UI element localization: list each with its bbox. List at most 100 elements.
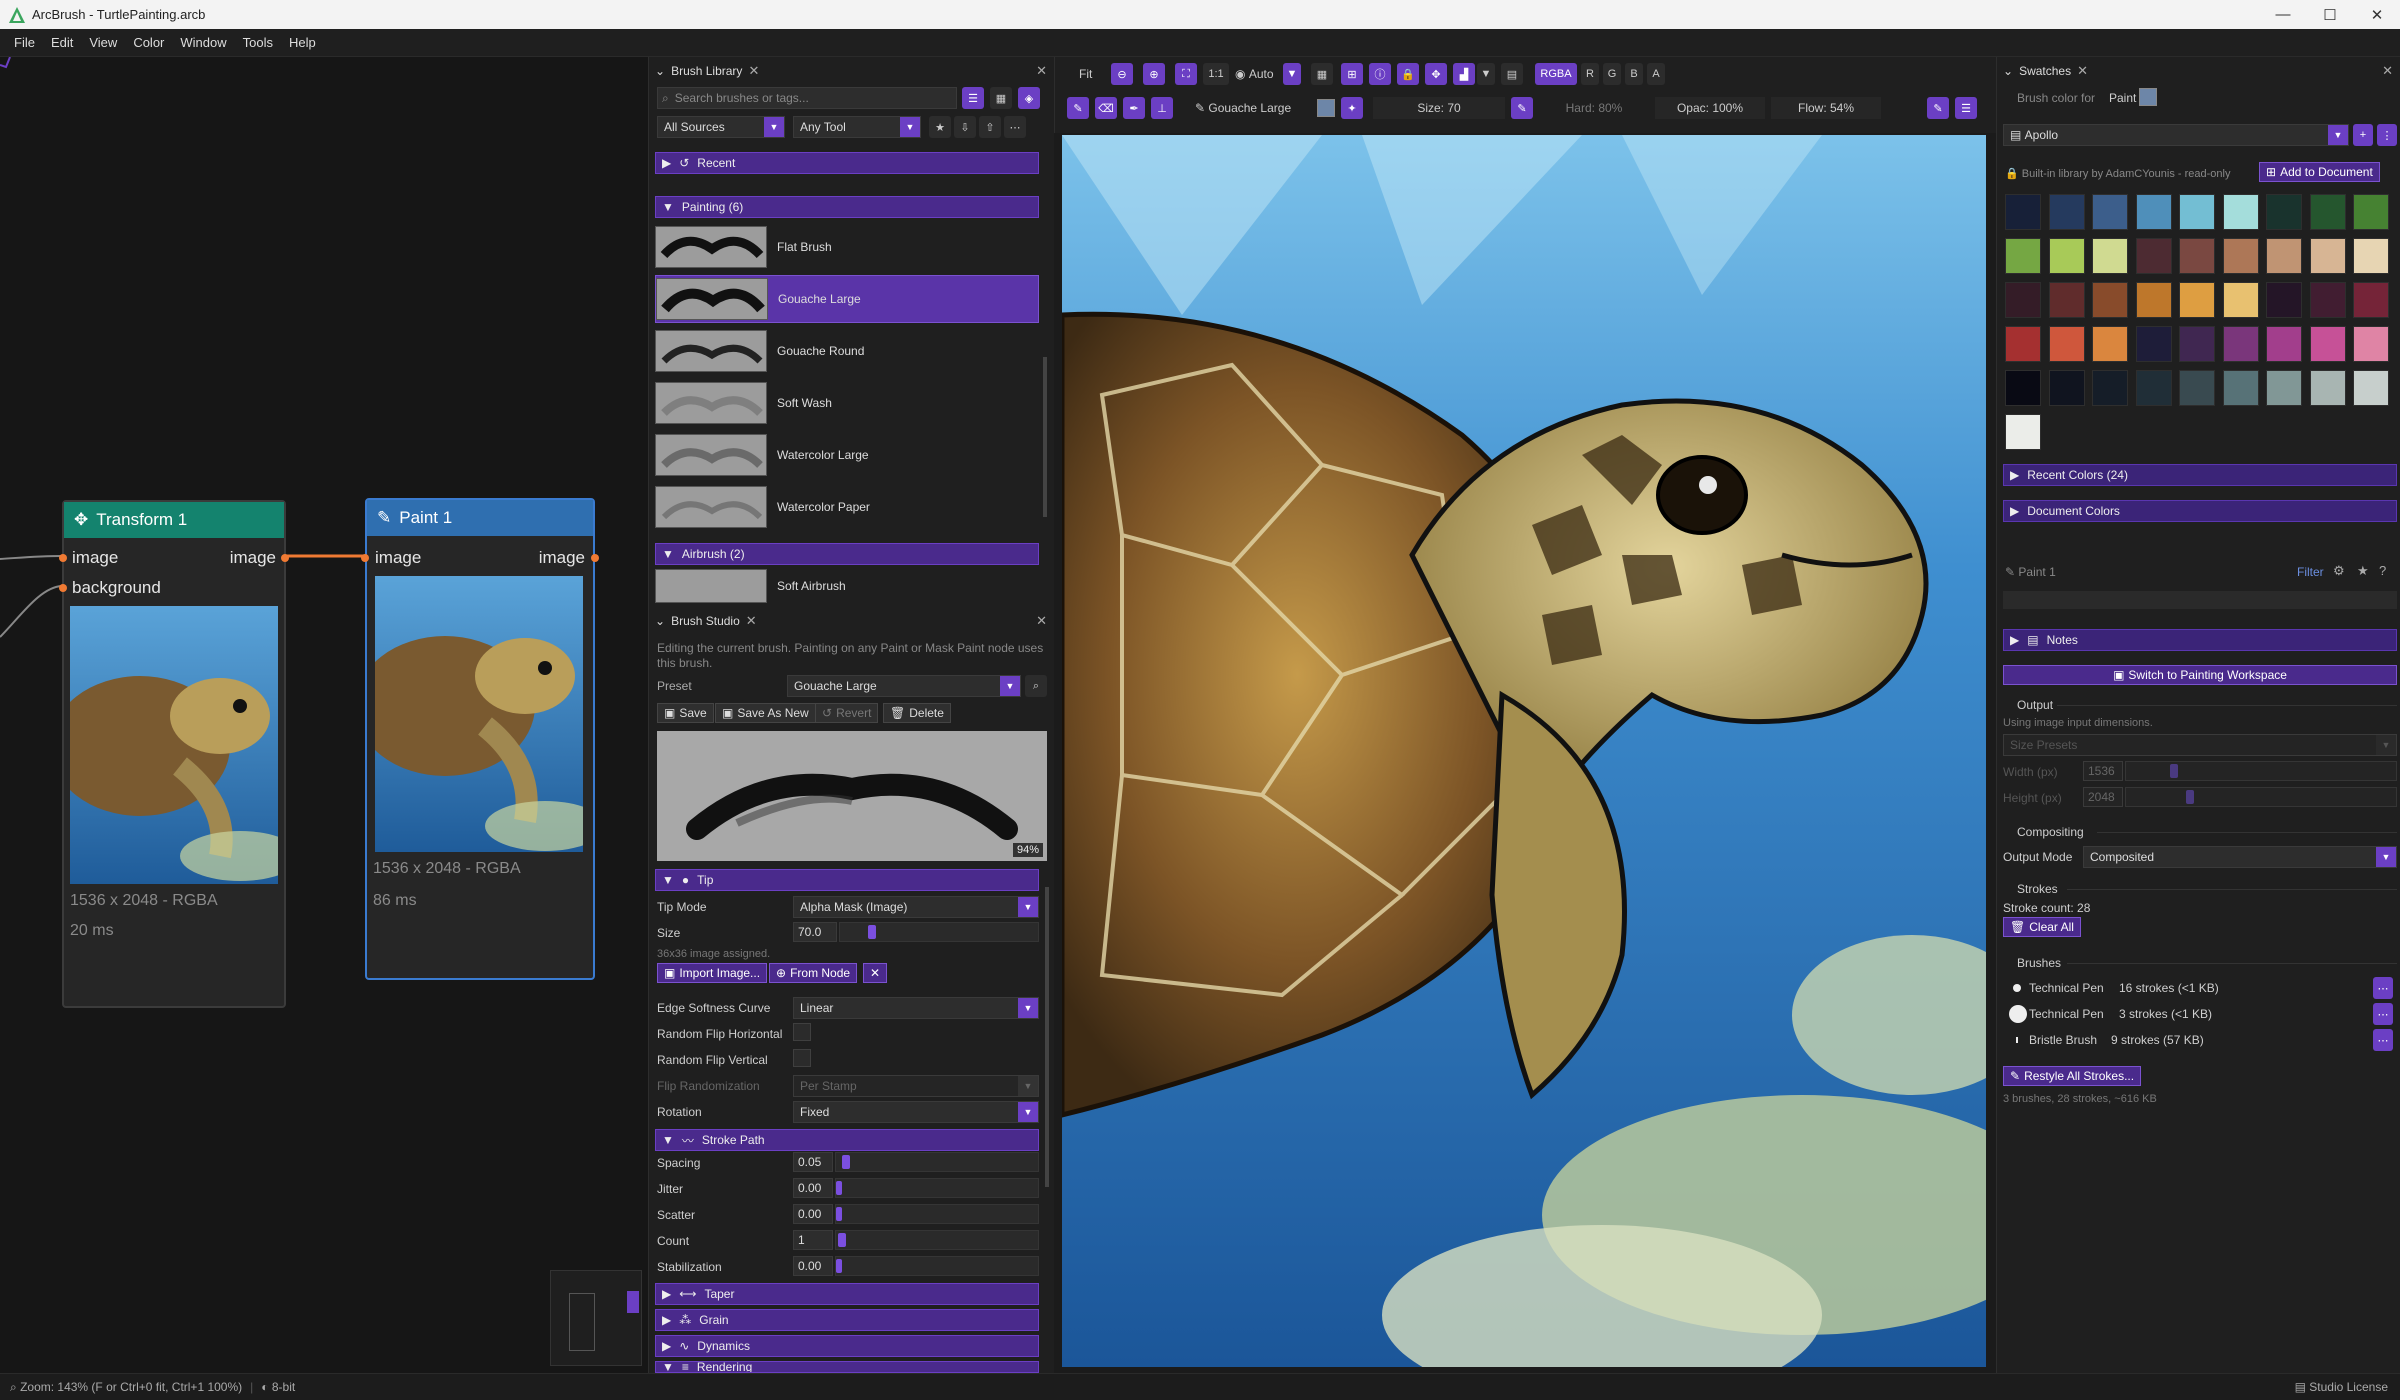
- color-swatch[interactable]: [2135, 326, 2172, 362]
- fit-screen-icon[interactable]: ⛶: [1175, 63, 1197, 85]
- favorite-icon[interactable]: ★: [929, 116, 951, 138]
- jitter-slider-handle[interactable]: [836, 1181, 842, 1195]
- menu-edit[interactable]: Edit: [45, 35, 83, 50]
- stabilization-slider-handle[interactable]: [836, 1259, 842, 1273]
- rotation-select[interactable]: Fixed ▼: [793, 1101, 1039, 1123]
- paint-input-port[interactable]: [361, 554, 369, 562]
- more-icon[interactable]: ⋯: [1004, 116, 1026, 138]
- tip-section[interactable]: ▼ ● Tip: [655, 869, 1039, 891]
- current-color-swatch[interactable]: [2139, 88, 2157, 106]
- filter-link[interactable]: Filter: [2297, 565, 2324, 579]
- collapse-chevron-icon[interactable]: ⌄: [2003, 64, 2013, 78]
- from-node-button[interactable]: ⊕ From Node: [769, 963, 858, 983]
- width-slider-handle[interactable]: [2170, 764, 2178, 778]
- grid-icon[interactable]: ⊞: [1341, 63, 1363, 85]
- paint-node-header[interactable]: ✎ Paint 1: [367, 500, 593, 536]
- bit-depth[interactable]: 8-bit: [272, 1380, 295, 1394]
- save-as-new-button[interactable]: ▣ Save As New: [715, 703, 816, 723]
- scatter-input[interactable]: 0.00: [793, 1204, 833, 1224]
- color-swatch[interactable]: [2092, 370, 2128, 406]
- stamp-tool-icon[interactable]: ⊥: [1151, 97, 1173, 119]
- color-swatch[interactable]: [2179, 238, 2215, 274]
- color-swatch[interactable]: [2309, 282, 2346, 318]
- chevron-down-icon[interactable]: ▼: [1283, 63, 1301, 85]
- more-icon[interactable]: ⋯: [2373, 1003, 2393, 1025]
- color-swatch[interactable]: [2266, 370, 2302, 406]
- import-image-button[interactable]: ▣ Import Image...: [657, 963, 768, 983]
- color-swatch[interactable]: [2353, 194, 2389, 230]
- color-swatch[interactable]: [2353, 370, 2389, 406]
- color-swatch[interactable]: [2092, 194, 2128, 230]
- histogram-icon[interactable]: ▟: [1453, 63, 1475, 85]
- zoom-auto-button[interactable]: ◉ Auto: [1235, 63, 1274, 85]
- color-swatch[interactable]: [2222, 370, 2259, 406]
- brush-item-watercolor-paper[interactable]: Watercolor Paper: [655, 483, 1039, 531]
- menu-window[interactable]: Window: [174, 35, 236, 50]
- zoom-1to1-button[interactable]: 1:1: [1203, 63, 1229, 85]
- color-swatch[interactable]: [2353, 326, 2389, 362]
- graph-minimap[interactable]: [550, 1270, 642, 1366]
- import-icon[interactable]: ⇩: [954, 116, 976, 138]
- export-icon[interactable]: ⇧: [979, 116, 1001, 138]
- color-swatch[interactable]: [2266, 326, 2302, 362]
- menu-help[interactable]: Help: [283, 35, 326, 50]
- image-input-port[interactable]: [59, 554, 67, 562]
- count-input[interactable]: 1: [793, 1230, 833, 1250]
- brush-item-flat[interactable]: Flat Brush: [655, 223, 1039, 271]
- brush-list-item[interactable]: Technical Pen 16 strokes (<1 KB) ⋯: [2003, 977, 2397, 999]
- panel-icon[interactable]: ▤: [1501, 63, 1523, 85]
- search-icon[interactable]: ⌕: [1025, 675, 1047, 697]
- color-swatch[interactable]: [2005, 414, 2041, 450]
- color-swatch[interactable]: [2179, 282, 2215, 318]
- source-filter-select[interactable]: All Sources ▼: [657, 116, 785, 138]
- flip-randomization-select[interactable]: Per Stamp ▼: [793, 1075, 1039, 1097]
- brush-search-input[interactable]: ⌕ Search brushes or tags...: [657, 87, 957, 109]
- close-panel-icon[interactable]: ✕: [1036, 613, 1047, 629]
- grain-section[interactable]: ▶ ⁂ Grain: [655, 1309, 1039, 1331]
- tip-mode-select[interactable]: Alpha Mask (Image) ▼: [793, 896, 1039, 918]
- painting-section[interactable]: ▼ Painting (6): [655, 196, 1039, 218]
- help-icon[interactable]: ?: [2379, 563, 2386, 578]
- close-button[interactable]: ✕: [2354, 0, 2400, 29]
- color-swatch[interactable]: [2048, 370, 2085, 406]
- spacing-slider-handle[interactable]: [842, 1155, 850, 1169]
- list-view-icon[interactable]: ☰: [962, 87, 984, 109]
- recent-section[interactable]: ▶ ↺ Recent: [655, 152, 1039, 174]
- recent-colors-section[interactable]: ▶ Recent Colors (24): [2003, 464, 2397, 486]
- color-swatch[interactable]: [2135, 238, 2172, 274]
- move-icon[interactable]: ✥: [1425, 63, 1447, 85]
- channel-b-button[interactable]: B: [1625, 63, 1643, 85]
- color-swatch[interactable]: [2309, 238, 2346, 274]
- more-icon[interactable]: ⋯: [2373, 1029, 2393, 1051]
- minimize-button[interactable]: —: [2260, 0, 2306, 29]
- chevron-down-icon[interactable]: ▼: [1477, 63, 1495, 85]
- taper-section[interactable]: ▶ ⟷ Taper: [655, 1283, 1039, 1305]
- tool-filter-select[interactable]: Any Tool ▼: [793, 116, 921, 138]
- color-swatch[interactable]: [2266, 238, 2302, 274]
- brush-list-item[interactable]: Bristle Brush 9 strokes (57 KB) ⋯: [2003, 1029, 2397, 1051]
- color-swatch[interactable]: [2266, 194, 2302, 230]
- revert-button[interactable]: ↺ Revert: [815, 703, 879, 723]
- color-swatch[interactable]: [2092, 326, 2128, 362]
- channel-rgba-button[interactable]: RGBA: [1535, 63, 1577, 85]
- palette-menu-icon[interactable]: ⋮: [2377, 124, 2397, 146]
- size-presets-select[interactable]: Size Presets ▼: [2003, 734, 2397, 756]
- count-slider[interactable]: [835, 1230, 1039, 1250]
- image-output-port[interactable]: [281, 554, 289, 562]
- color-swatch[interactable]: [2135, 282, 2172, 318]
- restyle-strokes-button[interactable]: ✎ Restyle All Strokes...: [2003, 1066, 2142, 1086]
- color-swatch[interactable]: [2048, 194, 2085, 230]
- color-swatch[interactable]: [2179, 194, 2215, 230]
- output-mode-select[interactable]: Composited ▼: [2083, 846, 2397, 868]
- more-icon[interactable]: ⋯: [2373, 977, 2393, 999]
- palette-select[interactable]: ▤ Apollo ▼: [2003, 124, 2349, 146]
- color-swatch[interactable]: [2005, 194, 2041, 230]
- scatter-slider[interactable]: [835, 1204, 1039, 1224]
- pressure-icon[interactable]: ✎: [1511, 97, 1533, 119]
- scatter-slider-handle[interactable]: [836, 1207, 842, 1221]
- color-swatch[interactable]: [2353, 282, 2389, 318]
- info-icon[interactable]: ⓘ: [1369, 63, 1391, 85]
- channel-g-button[interactable]: G: [1603, 63, 1621, 85]
- menu-view[interactable]: View: [83, 35, 127, 50]
- spacing-slider[interactable]: [835, 1152, 1039, 1172]
